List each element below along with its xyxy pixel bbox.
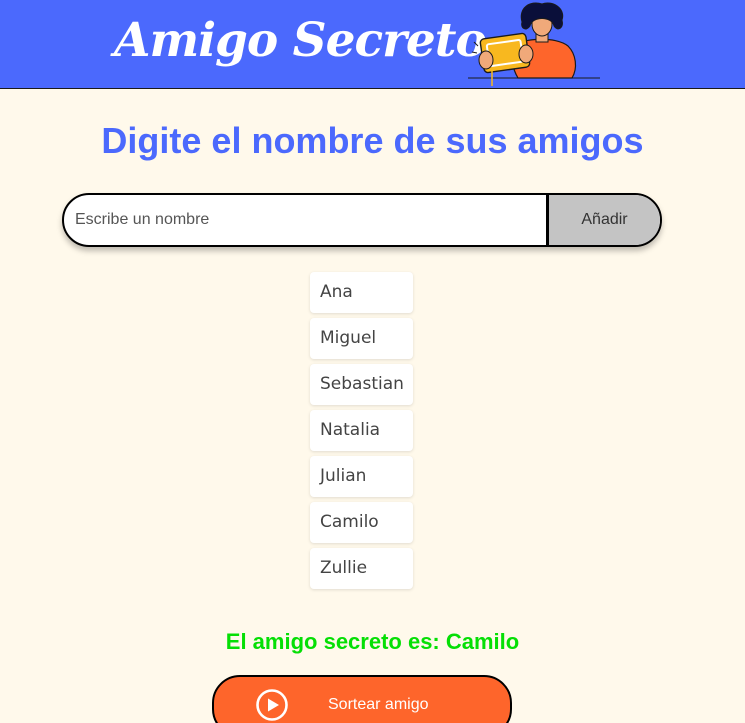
person-with-gift-illustration	[468, 2, 600, 86]
list-item: Sebastian	[310, 364, 413, 405]
add-button[interactable]: Añadir	[546, 195, 660, 245]
name-input[interactable]	[64, 195, 548, 245]
name-input-group: Añadir	[62, 193, 662, 247]
header-banner: Amigo Secreto	[0, 0, 745, 89]
friend-list: Ana Miguel Sebastian Natalia Julian Cami…	[310, 272, 413, 594]
result-text: El amigo secreto es: Camilo	[225, 629, 520, 654]
list-item: Camilo	[310, 502, 413, 543]
draw-friend-button[interactable]: Sortear amigo	[212, 675, 512, 723]
list-item: Natalia	[310, 410, 413, 451]
draw-button-label: Sortear amigo	[328, 696, 429, 713]
list-item: Julian	[310, 456, 413, 497]
section-title: Digite el nombre de sus amigos	[101, 120, 644, 161]
play-circle-icon	[256, 689, 288, 721]
list-item: Ana	[310, 272, 413, 313]
list-item: Miguel	[310, 318, 413, 359]
page: Amigo Secreto Digite el nombre de sus am…	[0, 0, 745, 723]
list-item: Zullie	[310, 548, 413, 589]
app-title: Amigo Secreto	[114, 13, 487, 68]
